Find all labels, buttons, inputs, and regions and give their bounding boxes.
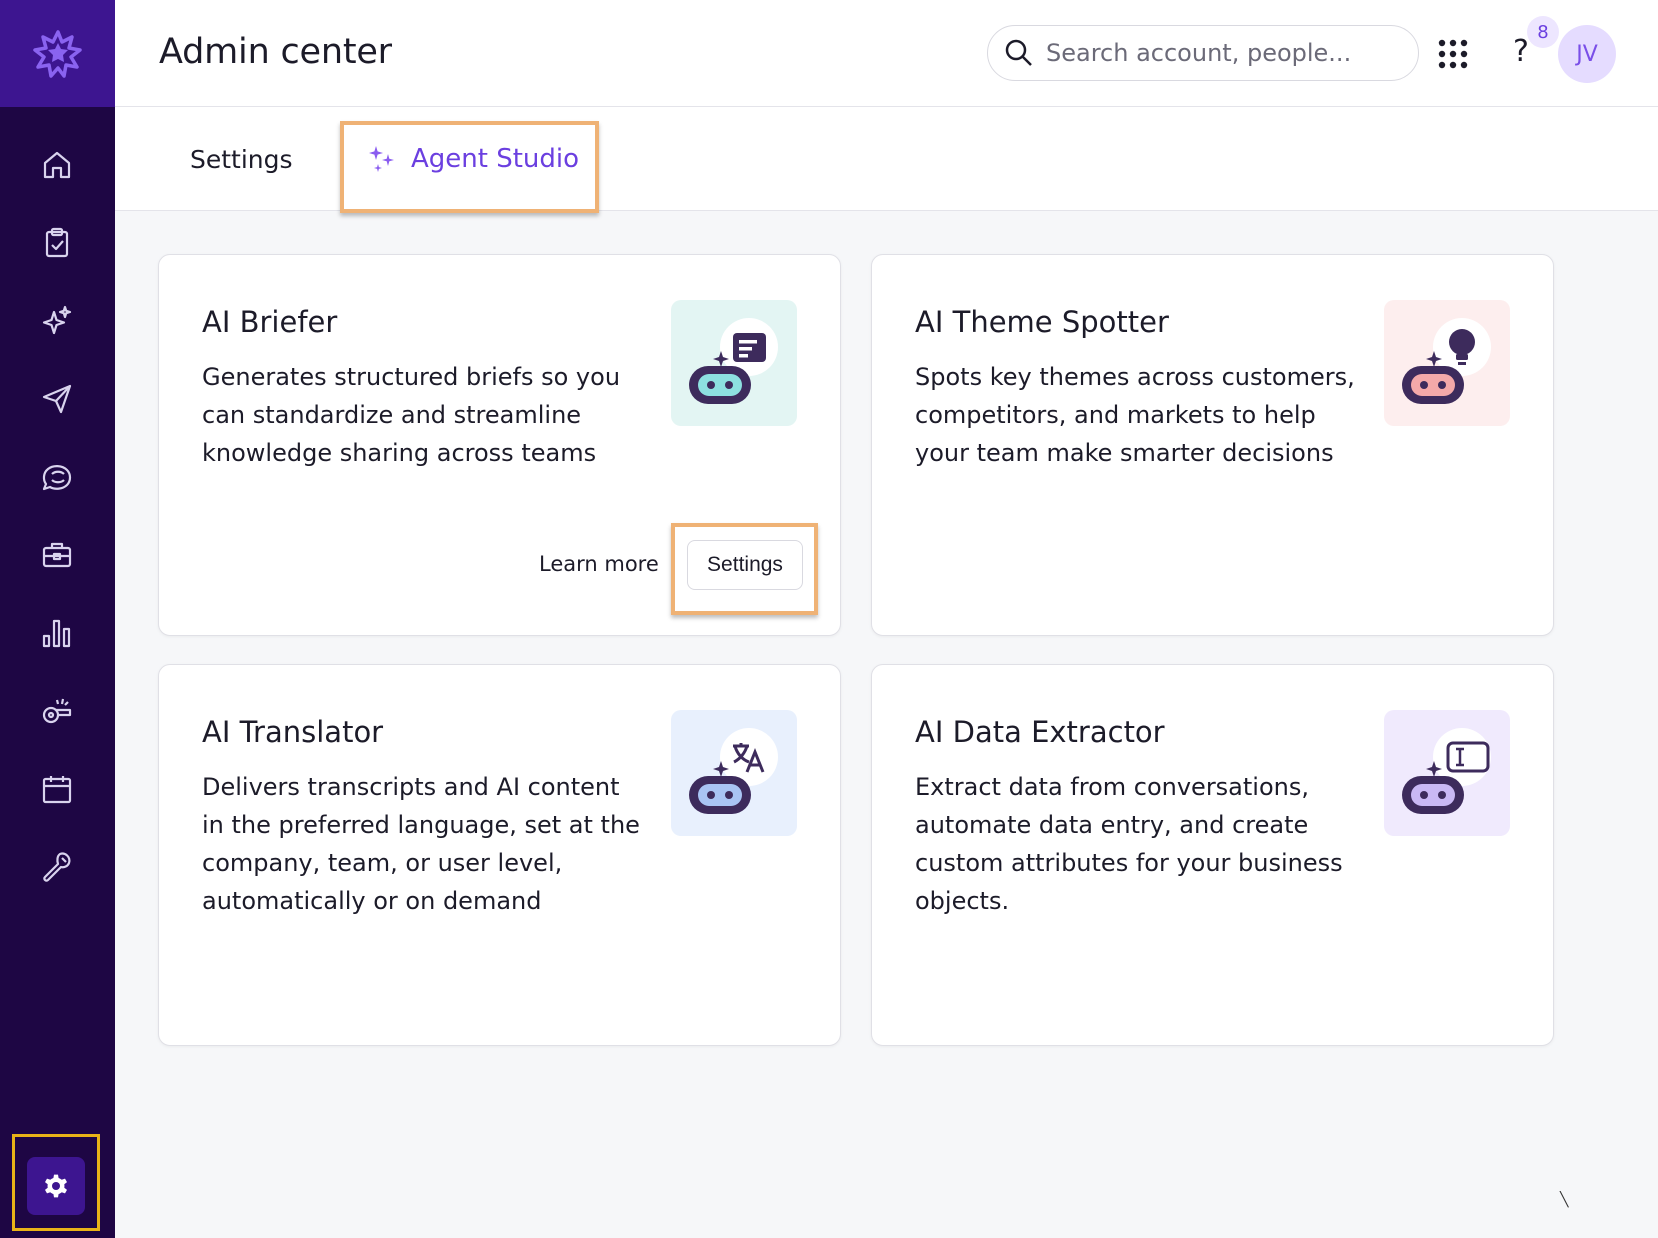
tab-agent-studio-label: Agent Studio	[411, 144, 580, 174]
card-description: Extract data from conversations, automat…	[915, 773, 1343, 915]
card-ai-data-extractor: AI Data Extractor Extract data from conv…	[871, 664, 1554, 1046]
sidebar-item-calendar[interactable]	[32, 764, 82, 814]
sidebar-item-deals[interactable]	[32, 530, 82, 580]
sidebar-item-conversations[interactable]	[32, 452, 82, 502]
burst-logo-icon	[32, 29, 82, 78]
calendar-icon	[42, 776, 72, 804]
robot-lightbulb-icon	[1384, 300, 1510, 426]
card-description: Delivers transcripts and AI content in t…	[202, 773, 640, 915]
gear-icon	[45, 1174, 67, 1198]
sparkle-icon	[42, 305, 72, 335]
send-icon	[42, 384, 72, 414]
card-title: AI Theme Spotter	[915, 305, 1169, 339]
card-description: Generates structured briefs so you can s…	[202, 363, 621, 467]
card-title: AI Data Extractor	[915, 715, 1165, 749]
app-logo[interactable]	[0, 0, 115, 107]
robot-brief-icon	[671, 300, 797, 426]
sparkles-icon	[369, 146, 394, 172]
page-title: Admin center	[159, 32, 392, 72]
notification-badge[interactable]: 8	[1527, 16, 1559, 48]
apps-grid-icon[interactable]	[1437, 38, 1469, 70]
tab-settings[interactable]: Settings	[190, 107, 293, 211]
card-description: Spots key themes across customers, compe…	[915, 363, 1355, 467]
chat-bubbles-icon	[42, 465, 72, 491]
sidebar-item-admin-settings[interactable]	[27, 1157, 85, 1215]
tab-bar: Settings Agent Studio	[115, 107, 1658, 213]
home-icon	[43, 151, 71, 179]
sidebar-item-coaching[interactable]	[32, 686, 82, 736]
card-title: AI Translator	[202, 715, 384, 749]
search-icon	[1005, 39, 1032, 66]
search-input[interactable]	[1046, 39, 1386, 67]
user-avatar[interactable]: JV	[1558, 25, 1616, 83]
sidebar-item-tools[interactable]	[32, 842, 82, 892]
sidebar-item-analytics[interactable]	[32, 608, 82, 658]
clipboard-check-icon	[45, 227, 69, 258]
robot-translate-icon	[671, 710, 797, 836]
sidebar-item-tasks[interactable]	[32, 218, 82, 268]
card-ai-briefer: AI Briefer Generates structured briefs s…	[158, 254, 841, 636]
mouse-cursor: ╲	[1560, 1192, 1569, 1208]
card-ai-translator: AI Translator Delivers transcripts and A…	[158, 664, 841, 1046]
wrench-icon	[43, 852, 71, 882]
learn-more-link[interactable]: Learn more	[539, 552, 659, 576]
sidebar-item-send[interactable]	[32, 374, 82, 424]
briefcase-icon	[42, 542, 72, 568]
card-ai-theme-spotter: AI Theme Spotter Spots key themes across…	[871, 254, 1554, 636]
robot-input-icon	[1384, 710, 1510, 836]
sidebar-item-ai[interactable]	[32, 296, 82, 346]
sidebar-item-home[interactable]	[32, 140, 82, 190]
sidebar	[0, 0, 115, 1238]
bar-chart-icon	[42, 619, 71, 648]
search-box[interactable]	[987, 25, 1419, 81]
top-header: Admin center ? 8 JV	[115, 0, 1658, 107]
card-title: AI Briefer	[202, 305, 338, 339]
tab-agent-studio[interactable]: Agent Studio	[367, 107, 579, 211]
whistle-icon	[42, 698, 72, 724]
ai-briefer-settings-button[interactable]: Settings	[687, 540, 803, 590]
